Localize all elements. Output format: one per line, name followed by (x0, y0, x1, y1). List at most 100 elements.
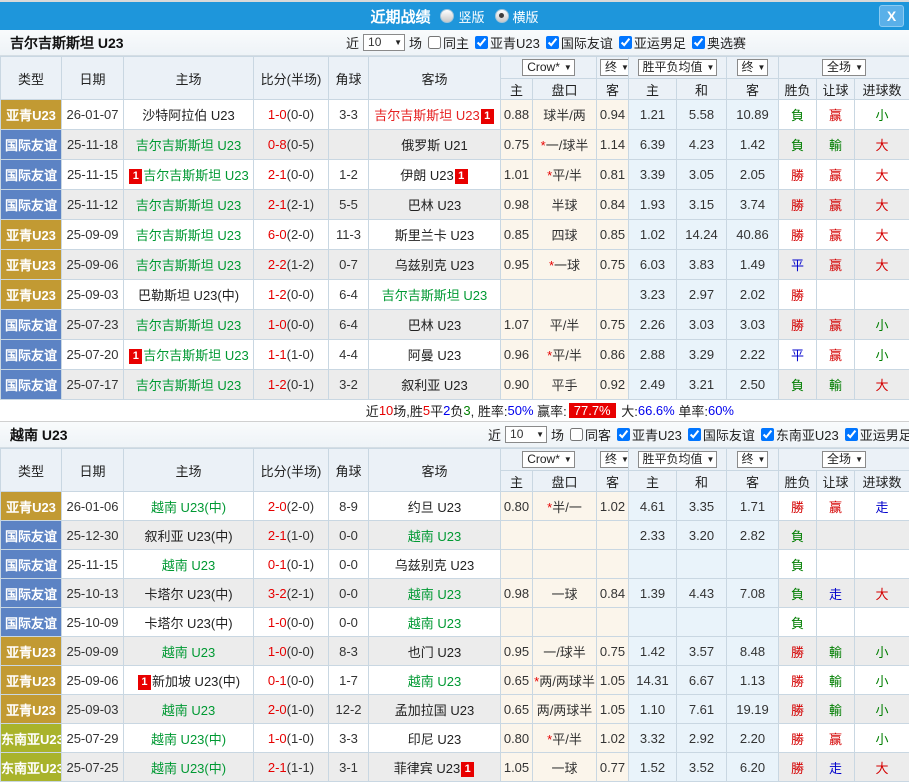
avg-final-value: 终 (742, 452, 754, 467)
recent-count-select[interactable]: 10▼ (505, 426, 547, 443)
avg-final-select[interactable]: 终▼ (737, 59, 769, 76)
away-team-cell: 伊朗 U231 (369, 160, 501, 190)
corner-score: 6-4 (329, 280, 369, 310)
corner-score: 1-7 (329, 666, 369, 695)
full-match-cell: 全场▼ (779, 57, 909, 79)
result-goals: 小 (855, 310, 909, 340)
full-match-select[interactable]: 全场▼ (822, 59, 866, 76)
result-goals: 大 (855, 160, 909, 190)
handicap-line: 四球 (533, 220, 597, 250)
match-type-badge: 亚青U23 (1, 100, 62, 130)
result-handicap (817, 550, 855, 579)
competition-checkbox[interactable] (617, 428, 630, 441)
recent-count-value: 10 (368, 35, 381, 50)
summary-part: 60% (708, 403, 734, 418)
fulltime-score: 2-1 (268, 528, 287, 543)
fulltime-score: 1-0 (268, 615, 287, 630)
home-handicap-odds: 0.95 (501, 250, 533, 280)
recent-count-select[interactable]: 10▼ (363, 34, 405, 51)
avg-home-odds (629, 550, 677, 579)
summary-part: 近 (366, 401, 379, 420)
match-date: 25-07-29 (62, 724, 124, 753)
score-cell: 0-1(0-1) (254, 550, 329, 579)
halftime-score: (0-0) (287, 287, 314, 302)
sub-header-avg-home: 主 (629, 79, 677, 100)
home-handicap-odds: 0.96 (501, 340, 533, 370)
home-team-name: 沙特阿拉伯 U23 (142, 108, 234, 123)
competition-label: 亚青U23 (632, 425, 682, 444)
competition-checkbox[interactable] (761, 428, 774, 441)
home-handicap-odds: 0.65 (501, 666, 533, 695)
fulltime-score: 0-1 (268, 557, 287, 572)
result-goals (855, 521, 909, 550)
competition-label: 奥选赛 (707, 33, 746, 52)
odds-final-select[interactable]: 终▼ (600, 59, 629, 76)
away-handicap-odds: 0.86 (597, 340, 629, 370)
competition-checkbox[interactable] (688, 428, 701, 441)
match-type-badge: 国际友谊 (1, 190, 62, 220)
result-wdl: 負 (779, 521, 817, 550)
col-header-away: 客场 (369, 57, 501, 100)
avg-away-odds: 8.48 (727, 637, 779, 666)
dropdown-arrow-icon: ▼ (536, 427, 544, 442)
same-venue-checkbox[interactable] (570, 428, 583, 441)
match-row: 东南亚U2325-07-29越南 U23(中)1-0(1-0)3-3印尼 U23… (1, 724, 909, 753)
home-team-name: 越南 U23 (162, 558, 215, 573)
away-team-name: 斯里兰卡 U23 (395, 228, 474, 243)
away-team-name: 孟加拉国 U23 (395, 703, 474, 718)
avg-odds-cell: 胜平负均值▼ (629, 57, 727, 79)
corner-score: 1-2 (329, 160, 369, 190)
avg-draw-odds: 2.97 (677, 280, 727, 310)
avg-away-odds: 2.22 (727, 340, 779, 370)
same-venue-checkbox[interactable] (428, 36, 441, 49)
vertical-layout-label[interactable]: 竖版 (458, 7, 484, 26)
avg-odds-select[interactable]: 胜平负均值▼ (638, 451, 718, 468)
filter-bar: 近10▼场同客亚青U23国际友谊东南亚U23亚运男足东南运 (487, 425, 909, 444)
home-team-cell: 越南 U23(中) (124, 753, 254, 782)
dropdown-arrow-icon: ▼ (758, 452, 766, 467)
avg-home-odds: 3.23 (629, 280, 677, 310)
halftime-score: (0-0) (287, 317, 314, 332)
competition-checkbox[interactable] (546, 36, 559, 49)
match-row: 国际友谊25-11-18吉尔吉斯斯坦 U230-8(0-5)俄罗斯 U210.7… (1, 130, 909, 160)
odds-source-select[interactable]: Crow*▼ (522, 59, 575, 76)
avg-draw-odds: 3.35 (677, 492, 727, 521)
handicap-text: 四球 (551, 228, 577, 243)
away-handicap-odds: 0.81 (597, 160, 629, 190)
full-match-value: 全场 (827, 452, 851, 467)
full-match-select[interactable]: 全场▼ (822, 451, 866, 468)
away-team-name: 乌兹别克 U23 (395, 558, 474, 573)
avg-final-select[interactable]: 终▼ (737, 451, 769, 468)
result-handicap: 赢 (817, 100, 855, 130)
close-button[interactable]: X (879, 5, 904, 27)
sub-header-result-wdl: 胜负 (779, 79, 817, 100)
score-cell: 0-8(0-5) (254, 130, 329, 160)
avg-odds-select[interactable]: 胜平负均值▼ (638, 59, 718, 76)
match-date: 25-11-15 (62, 160, 124, 190)
corner-score: 0-7 (329, 250, 369, 280)
match-type-badge: 亚青U23 (1, 220, 62, 250)
competition-checkbox[interactable] (692, 36, 705, 49)
home-team-name: 吉尔吉斯斯坦 U23 (136, 198, 241, 213)
summary-part: 5 (423, 403, 430, 418)
match-row: 亚青U2326-01-07沙特阿拉伯 U231-0(0-0)3-3吉尔吉斯斯坦 … (1, 100, 909, 130)
col-header-corner: 角球 (329, 57, 369, 100)
home-team-name: 越南 U23 (162, 703, 215, 718)
competition-checkbox[interactable] (475, 36, 488, 49)
odds-final-select[interactable]: 终▼ (600, 451, 629, 468)
result-wdl: 平 (779, 250, 817, 280)
fulltime-score: 2-2 (268, 257, 287, 272)
vertical-layout-radio[interactable] (440, 9, 454, 23)
score-cell: 6-0(2-0) (254, 220, 329, 250)
odds-source-select[interactable]: Crow*▼ (522, 451, 575, 468)
avg-home-odds: 3.39 (629, 160, 677, 190)
competition-checkbox[interactable] (845, 428, 858, 441)
horizontal-layout-label[interactable]: 横版 (513, 7, 539, 26)
score-cell: 1-2(0-1) (254, 370, 329, 400)
competition-checkbox[interactable] (619, 36, 632, 49)
avg-draw-odds: 3.29 (677, 340, 727, 370)
horizontal-layout-radio[interactable] (495, 9, 509, 23)
handicap-text: 平/半 (552, 168, 582, 183)
col-header-score: 比分(半场) (254, 57, 329, 100)
match-row: 国际友谊25-10-09卡塔尔 U23(中)1-0(0-0)0-0越南 U23負 (1, 608, 909, 637)
